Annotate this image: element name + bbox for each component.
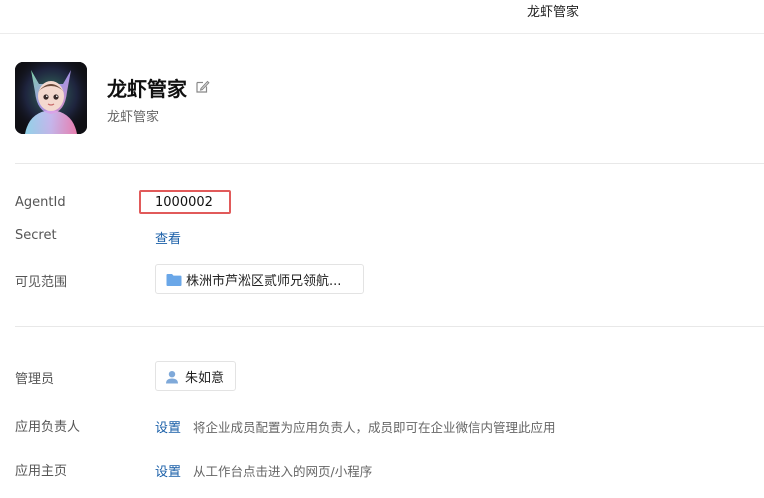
app-avatar[interactable] xyxy=(15,62,87,134)
admin-label: 管理员 xyxy=(15,372,55,387)
divider xyxy=(15,163,764,164)
visibility-label: 可见范围 xyxy=(15,275,68,290)
secret-label: Secret xyxy=(15,228,57,243)
visibility-chip[interactable]: 株洲市芦淞区贰师兄领航... xyxy=(155,264,364,294)
admin-chip[interactable]: 朱如意 xyxy=(155,361,236,391)
app-name: 龙虾管家 xyxy=(107,77,187,101)
folder-icon xyxy=(166,272,182,286)
app-subtitle: 龙虾管家 xyxy=(107,110,160,125)
edit-icon[interactable] xyxy=(195,79,210,94)
divider xyxy=(15,326,764,327)
top-bar-title: 龙虾管家 xyxy=(527,5,580,20)
agentid-label: AgentId xyxy=(15,195,66,210)
admin-value: 朱如意 xyxy=(185,370,225,386)
visibility-value: 株洲市芦淞区贰师兄领航... xyxy=(186,273,342,289)
agentid-value: 1000002 xyxy=(155,195,213,210)
secret-view-link[interactable]: 查看 xyxy=(155,228,181,247)
top-bar: 龙虾管家 xyxy=(0,0,764,34)
person-icon xyxy=(165,369,179,384)
owner-description: 将企业成员配置为应用负责人，成员即可在企业微信内管理此应用 xyxy=(193,420,556,435)
app-detail-page: 龙虾管家 龙虾管家 龙虾管家 AgentId 1000002 Secret 查看… xyxy=(0,0,764,498)
avatar-image xyxy=(15,62,87,134)
owner-label: 应用负责人 xyxy=(15,420,81,435)
owner-set-link[interactable]: 设置 xyxy=(155,417,181,436)
homepage-description: 从工作台点击进入的网页/小程序 xyxy=(193,464,373,479)
homepage-label: 应用主页 xyxy=(15,464,68,479)
homepage-set-link[interactable]: 设置 xyxy=(155,461,181,480)
